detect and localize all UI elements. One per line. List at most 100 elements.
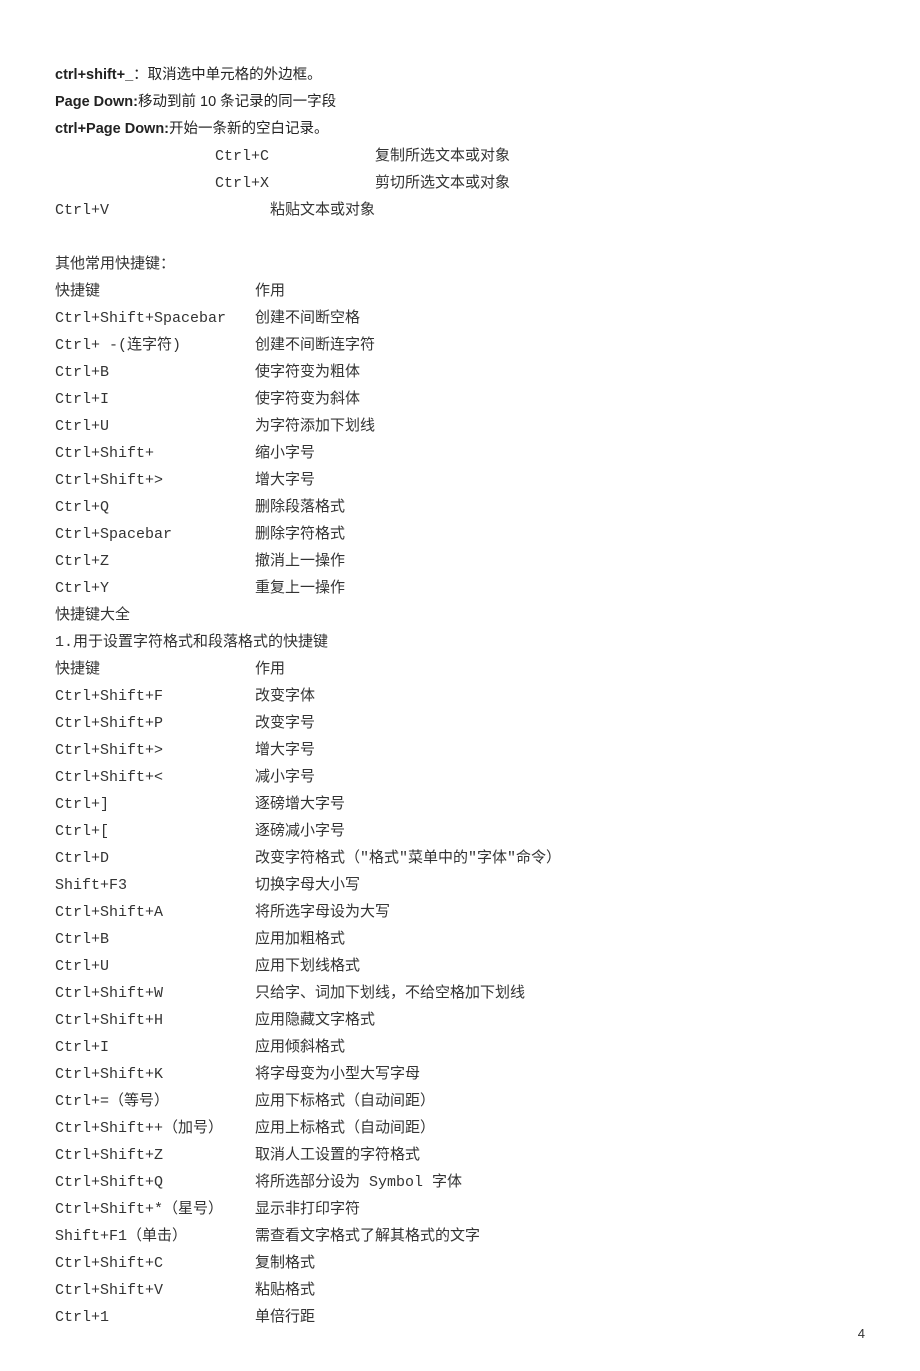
shortcut-desc: 移动到前 10 条记录的同一字段: [138, 94, 336, 110]
shortcut-key: Ctrl+U: [55, 953, 255, 980]
shortcut-desc: 逐磅减小字号: [255, 818, 345, 845]
shortcut-desc: 缩小字号: [255, 440, 315, 467]
shortcut-key: Ctrl+Shift+A: [55, 899, 255, 926]
shortcut-desc: 切换字母大小写: [255, 872, 360, 899]
section-title: 快捷键大全: [55, 602, 865, 629]
table-row: Ctrl+]逐磅增大字号: [55, 791, 865, 818]
shortcut-row: Ctrl+V粘贴文本或对象: [55, 197, 865, 224]
shortcut-desc: 需查看文字格式了解其格式的文字: [255, 1223, 480, 1250]
shortcut-key: Ctrl+Shift+>: [55, 737, 255, 764]
shortcut-key: Ctrl+Shift+V: [55, 1277, 255, 1304]
table-header: 快捷键作用: [55, 656, 865, 683]
shortcut-key: Ctrl+Z: [55, 548, 255, 575]
shortcut-key: Shift+F3: [55, 872, 255, 899]
shortcut-desc: 增大字号: [255, 737, 315, 764]
table-row: Ctrl+U应用下划线格式: [55, 953, 865, 980]
shortcut-desc: 删除段落格式: [255, 494, 345, 521]
shortcut-desc: 使字符变为粗体: [255, 359, 360, 386]
shortcut-desc: 将所选部分设为 Symbol 字体: [255, 1169, 462, 1196]
table-row: Ctrl+Shift+P改变字号: [55, 710, 865, 737]
shortcut-desc: 为字符添加下划线: [255, 413, 375, 440]
intro-line: Page Down:移动到前 10 条记录的同一字段: [55, 89, 865, 116]
shortcut-desc: 减小字号: [255, 764, 315, 791]
shortcut-desc: 单倍行距: [255, 1304, 315, 1331]
table-row: Ctrl+Shift++（加号）应用上标格式（自动间距）: [55, 1115, 865, 1142]
table-header: 快捷键作用: [55, 278, 865, 305]
shortcut-desc: 应用上标格式（自动间距）: [255, 1115, 435, 1142]
shortcut-key: Ctrl+Shift+W: [55, 980, 255, 1007]
shortcut-desc: 只给字、词加下划线，不给空格加下划线: [255, 980, 525, 1007]
shortcut-key: Ctrl+Shift+>: [55, 467, 255, 494]
table-row: Ctrl+Shift+<减小字号: [55, 764, 865, 791]
shortcut-key: Ctrl+Shift+*（星号）: [55, 1196, 255, 1223]
shortcut-desc: 删除字符格式: [255, 521, 345, 548]
table-row: Ctrl+Shift+C复制格式: [55, 1250, 865, 1277]
table-row: Ctrl+Shift+>增大字号: [55, 467, 865, 494]
shortcut-key: Ctrl+1: [55, 1304, 255, 1331]
table-row: Ctrl+Shift+Spacebar创建不间断空格: [55, 305, 865, 332]
shortcut-desc: 应用下标格式（自动间距）: [255, 1088, 435, 1115]
shortcut-key: Ctrl+=（等号）: [55, 1088, 255, 1115]
shortcut-table-1: 快捷键作用 Ctrl+Shift+Spacebar创建不间断空格Ctrl+ -(…: [55, 278, 865, 602]
shortcut-key: Ctrl+Shift+K: [55, 1061, 255, 1088]
intro-line: ctrl+shift+_：取消选中单元格的外边框。: [55, 62, 865, 89]
table-row: Ctrl+Q删除段落格式: [55, 494, 865, 521]
document-page: ctrl+shift+_：取消选中单元格的外边框。 Page Down:移动到前…: [0, 0, 920, 1371]
shortcut-key: Ctrl+Shift+Spacebar: [55, 305, 255, 332]
shortcut-desc: 改变字符格式（"格式"菜单中的"字体"命令）: [255, 845, 561, 872]
table-row: Ctrl+Shift+缩小字号: [55, 440, 865, 467]
shortcut-desc: 将字母变为小型大写字母: [255, 1061, 420, 1088]
shortcut-key: Ctrl+Shift+: [55, 440, 255, 467]
table-row: Ctrl+1单倍行距: [55, 1304, 865, 1331]
intro-block: ctrl+shift+_：取消选中单元格的外边框。 Page Down:移动到前…: [55, 62, 865, 143]
shortcut-desc: 取消选中单元格的外边框。: [148, 67, 322, 83]
shortcut-key: Ctrl+B: [55, 359, 255, 386]
shortcut-desc: 使字符变为斜体: [255, 386, 360, 413]
table-row: Ctrl+Shift+Z取消人工设置的字符格式: [55, 1142, 865, 1169]
intro-line: ctrl+Page Down:开始一条新的空白记录。: [55, 116, 865, 143]
shortcut-desc: 粘贴文本或对象: [270, 197, 375, 224]
shortcut-table-2: 快捷键作用 Ctrl+Shift+F改变字体Ctrl+Shift+P改变字号Ct…: [55, 656, 865, 1331]
shortcut-key: Ctrl+[: [55, 818, 255, 845]
table-row: Ctrl+Shift+A将所选字母设为大写: [55, 899, 865, 926]
table-row: Ctrl+Shift+W只给字、词加下划线，不给空格加下划线: [55, 980, 865, 1007]
shortcut-desc: 创建不间断连字符: [255, 332, 375, 359]
shortcut-key: Ctrl+Shift+F: [55, 683, 255, 710]
shortcut-key: Ctrl+V: [55, 197, 270, 224]
shortcut-desc: 应用下划线格式: [255, 953, 360, 980]
table-row: Ctrl+I应用倾斜格式: [55, 1034, 865, 1061]
shortcut-desc: 取消人工设置的字符格式: [255, 1142, 420, 1169]
shortcut-desc: 开始一条新的空白记录。: [169, 121, 329, 137]
section-subtitle: 1.用于设置字符格式和段落格式的快捷键: [55, 629, 865, 656]
shortcut-desc: 应用加粗格式: [255, 926, 345, 953]
shortcut-key: Ctrl+U: [55, 413, 255, 440]
table-row: Ctrl+Shift+*（星号）显示非打印字符: [55, 1196, 865, 1223]
table-row: Ctrl+Y重复上一操作: [55, 575, 865, 602]
table-row: Ctrl+Shift+Q将所选部分设为 Symbol 字体: [55, 1169, 865, 1196]
shortcut-key: Ctrl+I: [55, 386, 255, 413]
shortcut-key: Ctrl+I: [55, 1034, 255, 1061]
shortcut-key: ctrl+Page Down:: [55, 121, 169, 137]
table-row: Ctrl+D改变字符格式（"格式"菜单中的"字体"命令）: [55, 845, 865, 872]
header-desc: 作用: [255, 278, 285, 305]
table-row: Ctrl+I使字符变为斜体: [55, 386, 865, 413]
blank-line: [55, 224, 865, 251]
shortcut-key: Ctrl+]: [55, 791, 255, 818]
shortcut-desc: 创建不间断空格: [255, 305, 360, 332]
shortcut-key: Ctrl+Shift+C: [55, 1250, 255, 1277]
shortcut-desc: 改变字体: [255, 683, 315, 710]
separator: ：: [133, 67, 148, 83]
shortcut-key: Ctrl+Shift++（加号）: [55, 1115, 255, 1142]
shortcut-row: Ctrl+C 复制所选文本或对象: [55, 143, 865, 170]
shortcut-key: Ctrl+Q: [55, 494, 255, 521]
shortcut-desc: 复制格式: [255, 1250, 315, 1277]
clipboard-block: Ctrl+C 复制所选文本或对象 Ctrl+X 剪切所选文本或对象 Ctrl+V…: [55, 143, 865, 224]
shortcut-key: Page Down:: [55, 94, 138, 110]
table-row: Ctrl+Shift+V粘贴格式: [55, 1277, 865, 1304]
table-row: Ctrl+[逐磅减小字号: [55, 818, 865, 845]
shortcut-key: Ctrl+Shift+<: [55, 764, 255, 791]
shortcut-row: Ctrl+X 剪切所选文本或对象: [55, 170, 865, 197]
shortcut-desc: 撤消上一操作: [255, 548, 345, 575]
table-row: Ctrl+Shift+>增大字号: [55, 737, 865, 764]
shortcut-desc: 将所选字母设为大写: [255, 899, 390, 926]
